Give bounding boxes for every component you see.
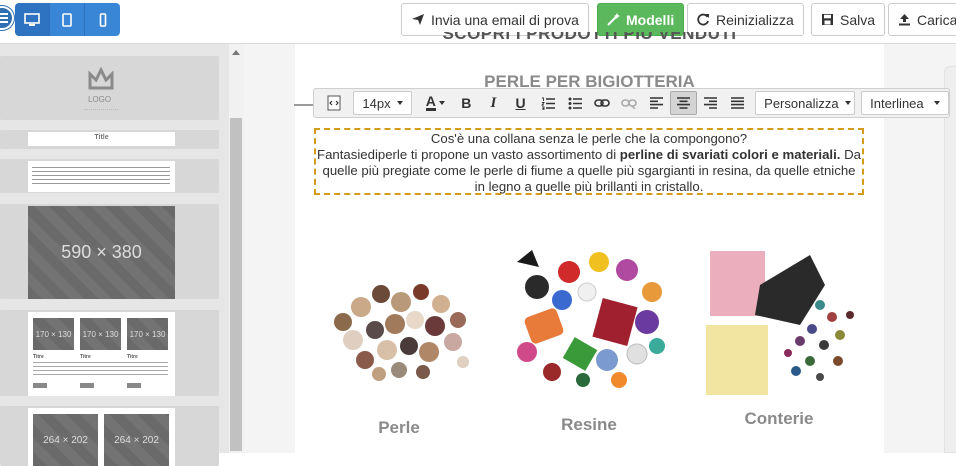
- underline-icon: U: [515, 95, 526, 111]
- models-label: Modelli: [626, 11, 675, 28]
- ordered-list-button[interactable]: [534, 91, 561, 115]
- source-code-icon: [327, 95, 341, 111]
- section-separator: [294, 104, 314, 106]
- blocks-sidebar: LOGO Title 590 × 380 170 × 130 170 × 130…: [0, 44, 244, 466]
- load-label: Carica: [917, 11, 956, 28]
- paragraph-body: Fantasiediperle ti propone un vasto asso…: [317, 147, 861, 194]
- chevron-down-icon: [844, 101, 851, 105]
- justify-icon: [731, 97, 745, 109]
- image-block-placeholder: 590 × 380: [28, 206, 175, 299]
- image-block-size-label: 590 × 380: [61, 242, 142, 262]
- paper-plane-icon: [412, 14, 424, 25]
- ordered-list-icon: [540, 97, 555, 110]
- chevron-down-icon: [396, 101, 403, 105]
- mobile-view-button[interactable]: [85, 3, 120, 36]
- align-left-button[interactable]: [643, 91, 670, 115]
- scroll-up-arrow-icon[interactable]: [232, 50, 240, 55]
- product-image-conterie[interactable]: [700, 245, 860, 400]
- product-image-perle[interactable]: [323, 262, 478, 387]
- italic-icon: I: [490, 94, 497, 111]
- align-right-icon: [703, 97, 717, 109]
- crown-logo-icon: [88, 66, 114, 90]
- align-center-icon: [676, 97, 690, 109]
- align-right-button[interactable]: [697, 91, 724, 115]
- chevron-down-icon: [933, 101, 940, 105]
- title-block-label: Title: [94, 134, 109, 141]
- floppy-disk-icon: [822, 14, 833, 25]
- pearls-image: [334, 284, 469, 381]
- load-button[interactable]: Carica: [888, 3, 956, 36]
- product-image-resine[interactable]: [507, 242, 672, 390]
- send-test-email-label: Invia una email di prova: [431, 11, 579, 28]
- paragraph-line-1: Cos'è una collana senza le perle che la …: [430, 131, 748, 146]
- refresh-icon: [697, 13, 709, 26]
- col2-title: Titre: [80, 354, 91, 360]
- col3-placeholder: 170 × 130: [127, 318, 168, 350]
- product-name-conterie: Conterie: [744, 409, 814, 428]
- title-block[interactable]: Title: [0, 130, 219, 149]
- paragraph-bold-text: perline di svariati colori e materiali.: [619, 147, 841, 162]
- product-name-resine: Resine: [561, 415, 617, 434]
- reset-label: Reinizializza: [716, 11, 794, 28]
- unlink-icon: [621, 99, 637, 109]
- text-block-lines: [32, 167, 170, 187]
- underline-button[interactable]: U: [507, 91, 534, 115]
- bold-button[interactable]: B: [453, 91, 480, 115]
- two-col2-placeholder: 264 × 202: [104, 414, 169, 466]
- mobile-icon: [99, 12, 106, 27]
- image-block[interactable]: 590 × 380: [0, 204, 219, 299]
- text-color-button[interactable]: A: [418, 91, 453, 115]
- bullet-list-button[interactable]: [561, 91, 588, 115]
- col-buttons: [33, 383, 168, 388]
- right-settings-panel[interactable]: [944, 66, 956, 453]
- align-left-icon: [649, 97, 663, 109]
- text-block[interactable]: [0, 159, 219, 193]
- resin-beads-image: [517, 250, 665, 388]
- italic-button[interactable]: I: [480, 91, 507, 115]
- col3-title: Titre: [127, 354, 138, 360]
- tablet-view-button[interactable]: [50, 3, 85, 36]
- col1-title: Titre: [33, 354, 44, 360]
- save-label: Salva: [840, 11, 876, 28]
- partially-hidden-heading: SCOPRI I PRODOTTI PIÙ VENDUTI: [442, 32, 737, 43]
- product-name-perle: Perle: [378, 418, 420, 437]
- upload-icon: [899, 14, 910, 26]
- line-height-label: Interlinea: [870, 95, 924, 111]
- three-column-block[interactable]: 170 × 130 170 × 130 170 × 130 Titre Titr…: [0, 310, 219, 396]
- justify-button[interactable]: [724, 91, 751, 115]
- font-size-select[interactable]: 14px: [353, 91, 412, 115]
- link-button[interactable]: [588, 91, 615, 115]
- desktop-view-button[interactable]: [15, 3, 50, 36]
- logo-block[interactable]: LOGO: [0, 56, 219, 120]
- tablet-icon: [62, 12, 72, 27]
- logo-block-links: [84, 109, 118, 111]
- col-text-lines: [33, 362, 168, 378]
- unlink-button[interactable]: [615, 91, 642, 115]
- magic-wand-icon: [607, 13, 620, 26]
- two-col1-placeholder: 264 × 202: [33, 414, 98, 466]
- chevron-down-icon: [438, 101, 445, 105]
- link-icon: [594, 99, 610, 107]
- device-switcher: [15, 3, 120, 36]
- custom-style-label: Personalizza: [764, 95, 839, 111]
- custom-style-select[interactable]: Personalizza: [755, 91, 856, 115]
- font-size-value: 14px: [362, 95, 391, 111]
- logo-block-label: LOGO: [88, 95, 112, 104]
- desktop-icon: [24, 12, 40, 26]
- seed-beads-image: [706, 251, 854, 395]
- bullet-list-icon: [568, 97, 582, 109]
- align-center-button[interactable]: [669, 91, 697, 115]
- source-code-button[interactable]: [320, 91, 347, 115]
- selected-text-block[interactable]: Cos'è una collana senza le perle che la …: [314, 128, 864, 195]
- bold-icon: B: [461, 95, 472, 111]
- line-height-select[interactable]: Interlinea: [861, 91, 949, 115]
- two-column-block[interactable]: 264 × 202 264 × 202: [0, 406, 219, 466]
- app-logo-icon: [0, 6, 14, 30]
- text-editor-toolbar: 14px A B I U Personalizza Interlinea: [313, 88, 950, 118]
- text-color-icon: A: [425, 93, 436, 111]
- col2-placeholder: 170 × 130: [80, 318, 121, 350]
- col1-placeholder: 170 × 130: [33, 318, 74, 350]
- sidebar-scroll-thumb[interactable]: [230, 118, 242, 451]
